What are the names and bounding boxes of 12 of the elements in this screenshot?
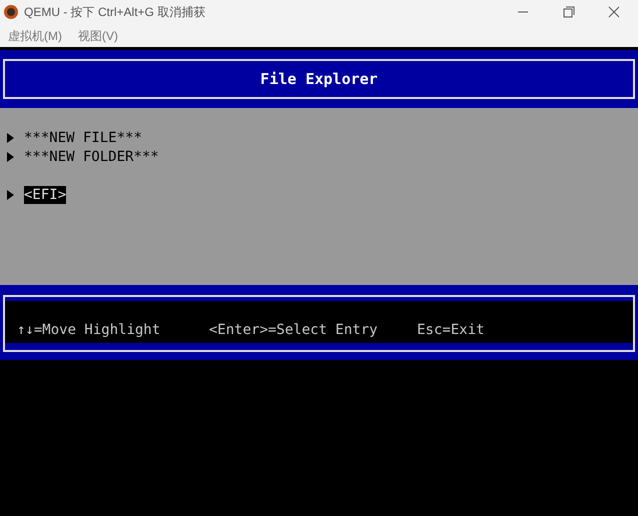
pointer-icon [7, 190, 14, 200]
file-entry[interactable]: <EFI> [24, 186, 66, 204]
screen-title: File Explorer [260, 68, 378, 90]
file-entry[interactable]: ***NEW FILE*** [24, 128, 142, 146]
window-title: QEMU - 按下 Ctrl+Alt+G 取消捕获 [24, 4, 206, 21]
app-logo-icon [3, 4, 19, 20]
help-text: ↑↓=Move Highlight [17, 320, 162, 340]
file-entry[interactable]: ***NEW FOLDER*** [24, 148, 159, 166]
help-text: Esc=Exit [417, 320, 484, 340]
menu-item[interactable]: 虚拟机(M) [8, 26, 62, 44]
menu-item[interactable]: 视图(V) [78, 26, 118, 44]
help-text: <Enter>=Select Entry [209, 320, 379, 340]
